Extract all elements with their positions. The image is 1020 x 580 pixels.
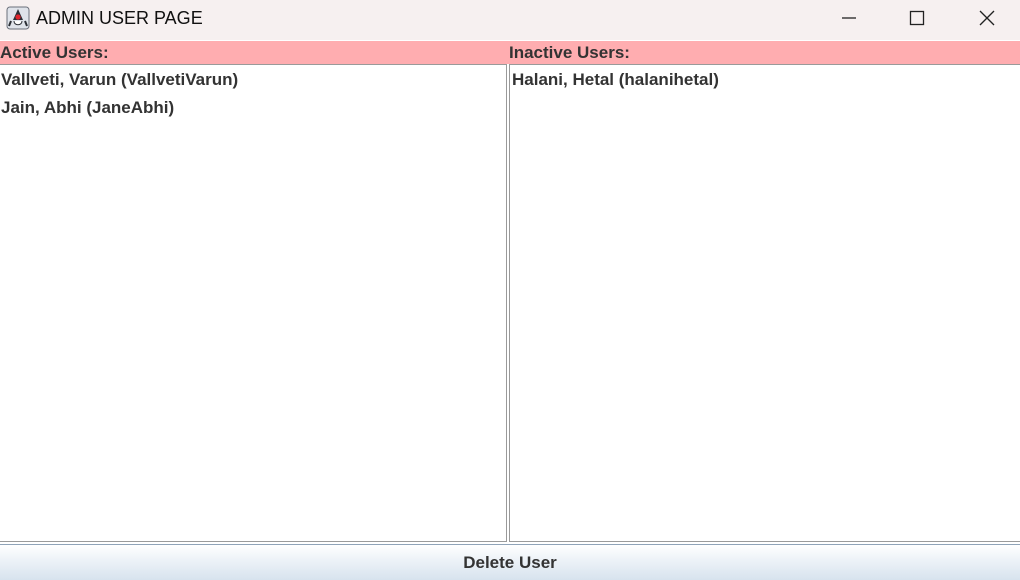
close-icon [979,10,995,26]
active-users-label: Active Users: [0,43,109,62]
inactive-users-list[interactable]: Halani, Hetal (halanihetal) [509,64,1020,542]
list-item[interactable]: Jain, Abhi (JaneAbhi) [1,98,174,118]
list-item[interactable]: Vallveti, Varun (VallvetiVarun) [1,70,238,90]
active-users-list[interactable]: Vallveti, Varun (VallvetiVarun) Jain, Ab… [0,64,507,542]
minimize-icon [842,17,856,19]
maximize-icon [909,10,925,26]
title-bar[interactable]: ADMIN USER PAGE [0,0,1020,40]
inactive-users-label: Inactive Users: [509,43,630,62]
minimize-button[interactable] [814,0,884,36]
close-button[interactable] [952,0,1020,36]
window-title: ADMIN USER PAGE [36,8,203,28]
delete-user-button[interactable]: Delete User [0,544,1020,580]
list-item[interactable]: Halani, Hetal (halanihetal) [512,70,719,90]
users-header-strip: Active Users: Inactive Users: [0,41,1020,64]
maximize-button[interactable] [882,0,952,36]
java-app-icon[interactable] [6,6,30,30]
